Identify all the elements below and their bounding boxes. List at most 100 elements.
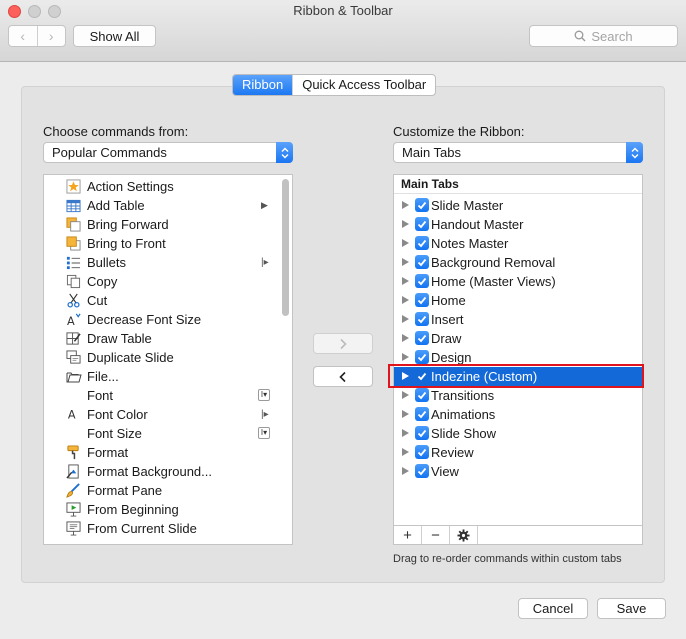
remove-command-button[interactable] [313,366,373,387]
command-list-item[interactable]: File... [44,367,292,386]
ribbon-tab-item[interactable]: Design [394,348,642,367]
disclosure-triangle-icon[interactable] [402,296,409,304]
forward-button[interactable]: › [36,26,66,46]
commands-source-select[interactable]: Popular Commands [43,142,293,163]
ribbon-tab-item[interactable]: Notes Master [394,234,642,253]
ribbon-tabs-footer: + − [394,525,642,544]
tab-checkbox[interactable] [415,274,429,288]
back-forward-group: ‹ › [8,25,66,47]
command-label: From Beginning [87,502,179,517]
command-list-item[interactable]: Bring Forward [44,215,292,234]
command-list-item[interactable]: Draw Table [44,329,292,348]
ribbon-tab-item[interactable]: View [394,462,642,481]
command-label: Font [87,388,114,403]
tab-label: Draw [431,331,462,346]
command-list-item[interactable]: Bullets |▸ [44,253,292,272]
command-list-item[interactable]: Action Settings [44,177,292,196]
tab-ribbon[interactable]: Ribbon [233,75,293,95]
disclosure-triangle-icon[interactable] [402,391,409,399]
tab-checkbox[interactable] [415,293,429,307]
tab-checkbox[interactable] [415,312,429,326]
tab-checkbox[interactable] [415,388,429,402]
dropdown-field-icon: I▾ [258,389,270,401]
disclosure-triangle-icon[interactable] [402,220,409,228]
command-list-item[interactable]: A Decrease Font Size [44,310,292,329]
star-icon [65,178,82,195]
tab-checkbox[interactable] [415,426,429,440]
disclosure-triangle-icon[interactable] [402,239,409,247]
tab-checkbox[interactable] [415,407,429,421]
cancel-button[interactable]: Cancel [518,598,588,619]
disclosure-triangle-icon[interactable] [402,258,409,266]
ribbon-tab-item[interactable]: Indezine (Custom) [394,367,642,386]
tab-label: Home [431,293,466,308]
ribbon-tab-item[interactable]: Slide Master [394,196,642,215]
disclosure-triangle-icon[interactable] [402,429,409,437]
checkmark-icon [417,372,427,380]
command-label: Decrease Font Size [87,312,202,327]
search-field[interactable]: Search [529,25,678,47]
command-list-item[interactable]: Font I▾ [44,386,292,405]
disclosure-triangle-icon[interactable] [402,201,409,209]
tab-options-button[interactable] [450,526,478,544]
svg-text:A: A [68,408,76,421]
command-list-item[interactable]: Copy [44,272,292,291]
gear-icon [457,528,470,542]
disclosure-triangle-icon[interactable] [402,467,409,475]
checkmark-icon [417,239,427,247]
command-list-item[interactable]: Font Size I▾ [44,424,292,443]
tab-checkbox[interactable] [415,445,429,459]
remove-tab-button[interactable]: − [422,526,450,544]
save-button[interactable]: Save [597,598,666,619]
command-label: Copy [87,274,118,289]
tab-label: Indezine (Custom) [431,369,538,384]
tab-quick-access-toolbar[interactable]: Quick Access Toolbar [292,75,435,95]
disclosure-triangle-icon[interactable] [402,334,409,342]
ribbon-tab-item[interactable]: Draw [394,329,642,348]
tab-checkbox[interactable] [415,331,429,345]
command-list-item[interactable]: Format Pane [44,481,292,500]
disclosure-triangle-icon[interactable] [402,315,409,323]
tab-checkbox[interactable] [415,464,429,478]
disclosure-triangle-icon[interactable] [402,448,409,456]
command-list-item[interactable]: Format [44,443,292,462]
ribbon-tab-item[interactable]: Animations [394,405,642,424]
disclosure-triangle-icon[interactable] [402,410,409,418]
command-list-item[interactable]: From Beginning [44,500,292,519]
ribbon-tab-item[interactable]: Handout Master [394,215,642,234]
tab-checkbox[interactable] [415,369,429,383]
tab-label: Notes Master [431,236,509,251]
add-command-button[interactable] [313,333,373,354]
ribbon-tab-item[interactable]: Home [394,291,642,310]
command-list-item[interactable]: Bring to Front [44,234,292,253]
command-list-item[interactable]: Format Background... [44,462,292,481]
show-all-button[interactable]: Show All [73,25,156,47]
tab-checkbox[interactable] [415,350,429,364]
command-list-item[interactable]: From Current Slide [44,519,292,538]
ribbon-tabs-list[interactable]: Main Tabs Slide Master Handout Master Note… [393,174,643,545]
command-list-item[interactable]: Cut [44,291,292,310]
ribbon-tab-item[interactable]: Transitions [394,386,642,405]
submenu-arrow-icon: ▶ [261,200,268,210]
tab-checkbox[interactable] [415,236,429,250]
add-tab-button[interactable]: + [394,526,422,544]
ribbon-tab-item[interactable]: Insert [394,310,642,329]
disclosure-triangle-icon[interactable] [402,353,409,361]
commands-list[interactable]: Action Settings Add Table ▶ Bring Forward Br… [43,174,293,545]
command-list-item[interactable]: Duplicate Slide [44,348,292,367]
ribbon-tab-item[interactable]: Home (Master Views) [394,272,642,291]
tab-checkbox[interactable] [415,198,429,212]
command-list-item[interactable]: A Font Color |▸ [44,405,292,424]
ribbon-tab-item[interactable]: Slide Show [394,424,642,443]
svg-text:A: A [67,315,75,327]
tab-checkbox[interactable] [415,217,429,231]
disclosure-triangle-icon[interactable] [402,277,409,285]
ribbon-tab-item[interactable]: Background Removal [394,253,642,272]
back-button[interactable]: ‹ [9,26,37,46]
command-list-item[interactable]: Add Table ▶ [44,196,292,215]
command-label: Action Settings [87,179,174,194]
disclosure-triangle-icon[interactable] [402,372,409,380]
ribbon-tab-item[interactable]: Review [394,443,642,462]
ribbon-tabs-select[interactable]: Main Tabs [393,142,643,163]
tab-checkbox[interactable] [415,255,429,269]
